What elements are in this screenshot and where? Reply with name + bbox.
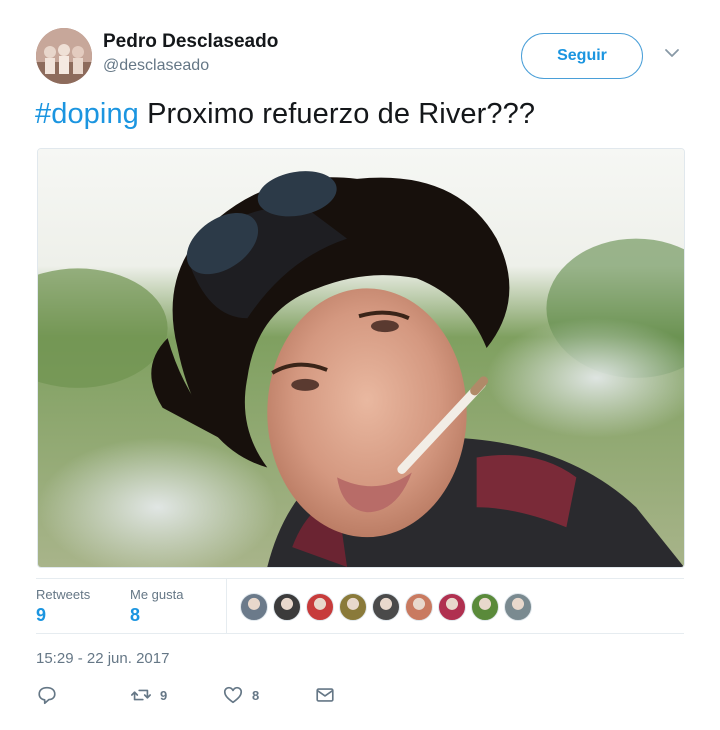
liker-avatar[interactable] <box>372 593 400 621</box>
envelope-icon <box>316 688 334 702</box>
reply-button[interactable] <box>36 684 58 706</box>
liker-avatar[interactable] <box>471 593 499 621</box>
tweet-timestamp[interactable]: 15:29 - 22 jun. 2017 <box>36 650 169 667</box>
heart-icon <box>223 686 243 704</box>
like-button[interactable]: 8 <box>222 684 259 706</box>
liker-avatar[interactable] <box>240 593 268 621</box>
stats-divider <box>226 579 227 633</box>
liker-avatar[interactable] <box>438 593 466 621</box>
display-name[interactable]: Pedro Desclaseado <box>103 31 278 53</box>
liker-avatar[interactable] <box>405 593 433 621</box>
tweet-photo[interactable] <box>37 148 685 568</box>
tweet-actions: 9 8 <box>36 684 356 710</box>
hashtag-link[interactable]: #doping <box>35 98 139 130</box>
direct-message-button[interactable] <box>314 684 336 706</box>
liker-avatars <box>240 593 532 621</box>
tweet-stats: Retweets 9 Me gusta 8 <box>36 578 684 634</box>
liker-avatar[interactable] <box>273 593 301 621</box>
liker-avatar[interactable] <box>306 593 334 621</box>
reply-icon <box>38 686 56 705</box>
user-avatar[interactable] <box>36 28 92 84</box>
like-count: 8 <box>252 687 260 703</box>
tweet-body: Proximo refuerzo de River??? <box>138 98 536 130</box>
retweet-icon <box>131 689 151 701</box>
chevron-down-icon[interactable] <box>663 46 681 60</box>
retweets-stat[interactable]: Retweets 9 <box>36 587 90 626</box>
retweets-count: 9 <box>36 605 47 625</box>
liker-avatar[interactable] <box>504 593 532 621</box>
likes-stat[interactable]: Me gusta 8 <box>130 587 183 626</box>
username[interactable]: @desclaseado <box>103 57 209 75</box>
tweet-card: Pedro Desclaseado @desclaseado Seguir #d… <box>0 0 720 730</box>
likes-label: Me gusta <box>130 587 184 602</box>
tweet-text: #doping Proximo refuerzo de River??? <box>35 98 535 131</box>
follow-button[interactable]: Seguir <box>521 33 643 79</box>
retweet-button[interactable]: 9 <box>130 684 167 706</box>
retweet-count: 9 <box>160 687 168 703</box>
retweets-label: Retweets <box>36 587 91 602</box>
liker-avatar[interactable] <box>339 593 367 621</box>
likes-count: 8 <box>130 605 141 625</box>
